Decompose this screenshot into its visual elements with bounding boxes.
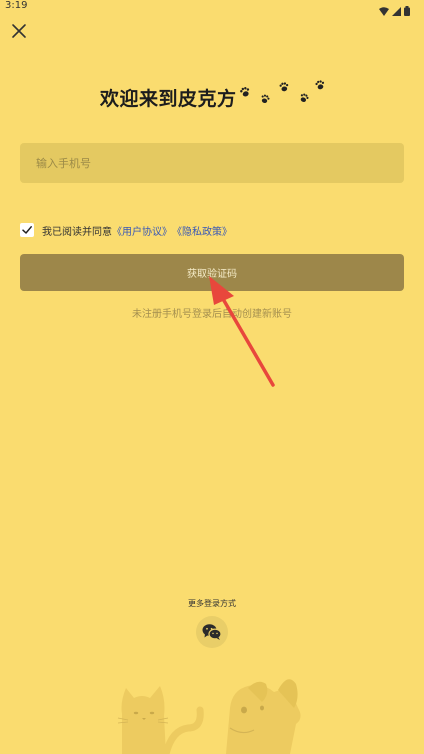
register-hint: 未注册手机号登录后自动创建新账号 xyxy=(132,309,292,320)
cat-illustration-icon xyxy=(117,686,204,754)
more-login-label: 更多登录方式 xyxy=(188,599,236,608)
close-icon xyxy=(12,24,26,38)
agree-checkbox[interactable] xyxy=(20,223,34,237)
battery-icon xyxy=(404,1,410,20)
check-icon xyxy=(22,226,32,234)
status-icons xyxy=(379,1,410,20)
signal-icon xyxy=(392,1,401,20)
wechat-icon xyxy=(202,624,222,640)
agree-text: 我已阅读并同意 xyxy=(42,226,112,238)
agreement-row: 我已阅读并同意 《用户协议》 《隐私政策》 xyxy=(20,222,232,238)
wifi-icon xyxy=(379,1,389,20)
status-bar: 3:19 xyxy=(0,0,424,16)
close-button[interactable] xyxy=(8,20,30,42)
dog-illustration-icon xyxy=(226,679,301,754)
page-title: 欢迎来到皮克方 xyxy=(100,88,237,110)
wechat-login-button[interactable] xyxy=(196,616,228,648)
privacy-policy-link[interactable]: 《隐私政策》 xyxy=(172,223,232,238)
user-agreement-link[interactable]: 《用户协议》 xyxy=(112,223,172,238)
phone-input[interactable] xyxy=(20,143,404,183)
get-code-button[interactable]: 获取验证码 xyxy=(20,254,404,291)
status-time: 3:19 xyxy=(5,0,28,11)
paw-prints-icon xyxy=(240,80,325,104)
